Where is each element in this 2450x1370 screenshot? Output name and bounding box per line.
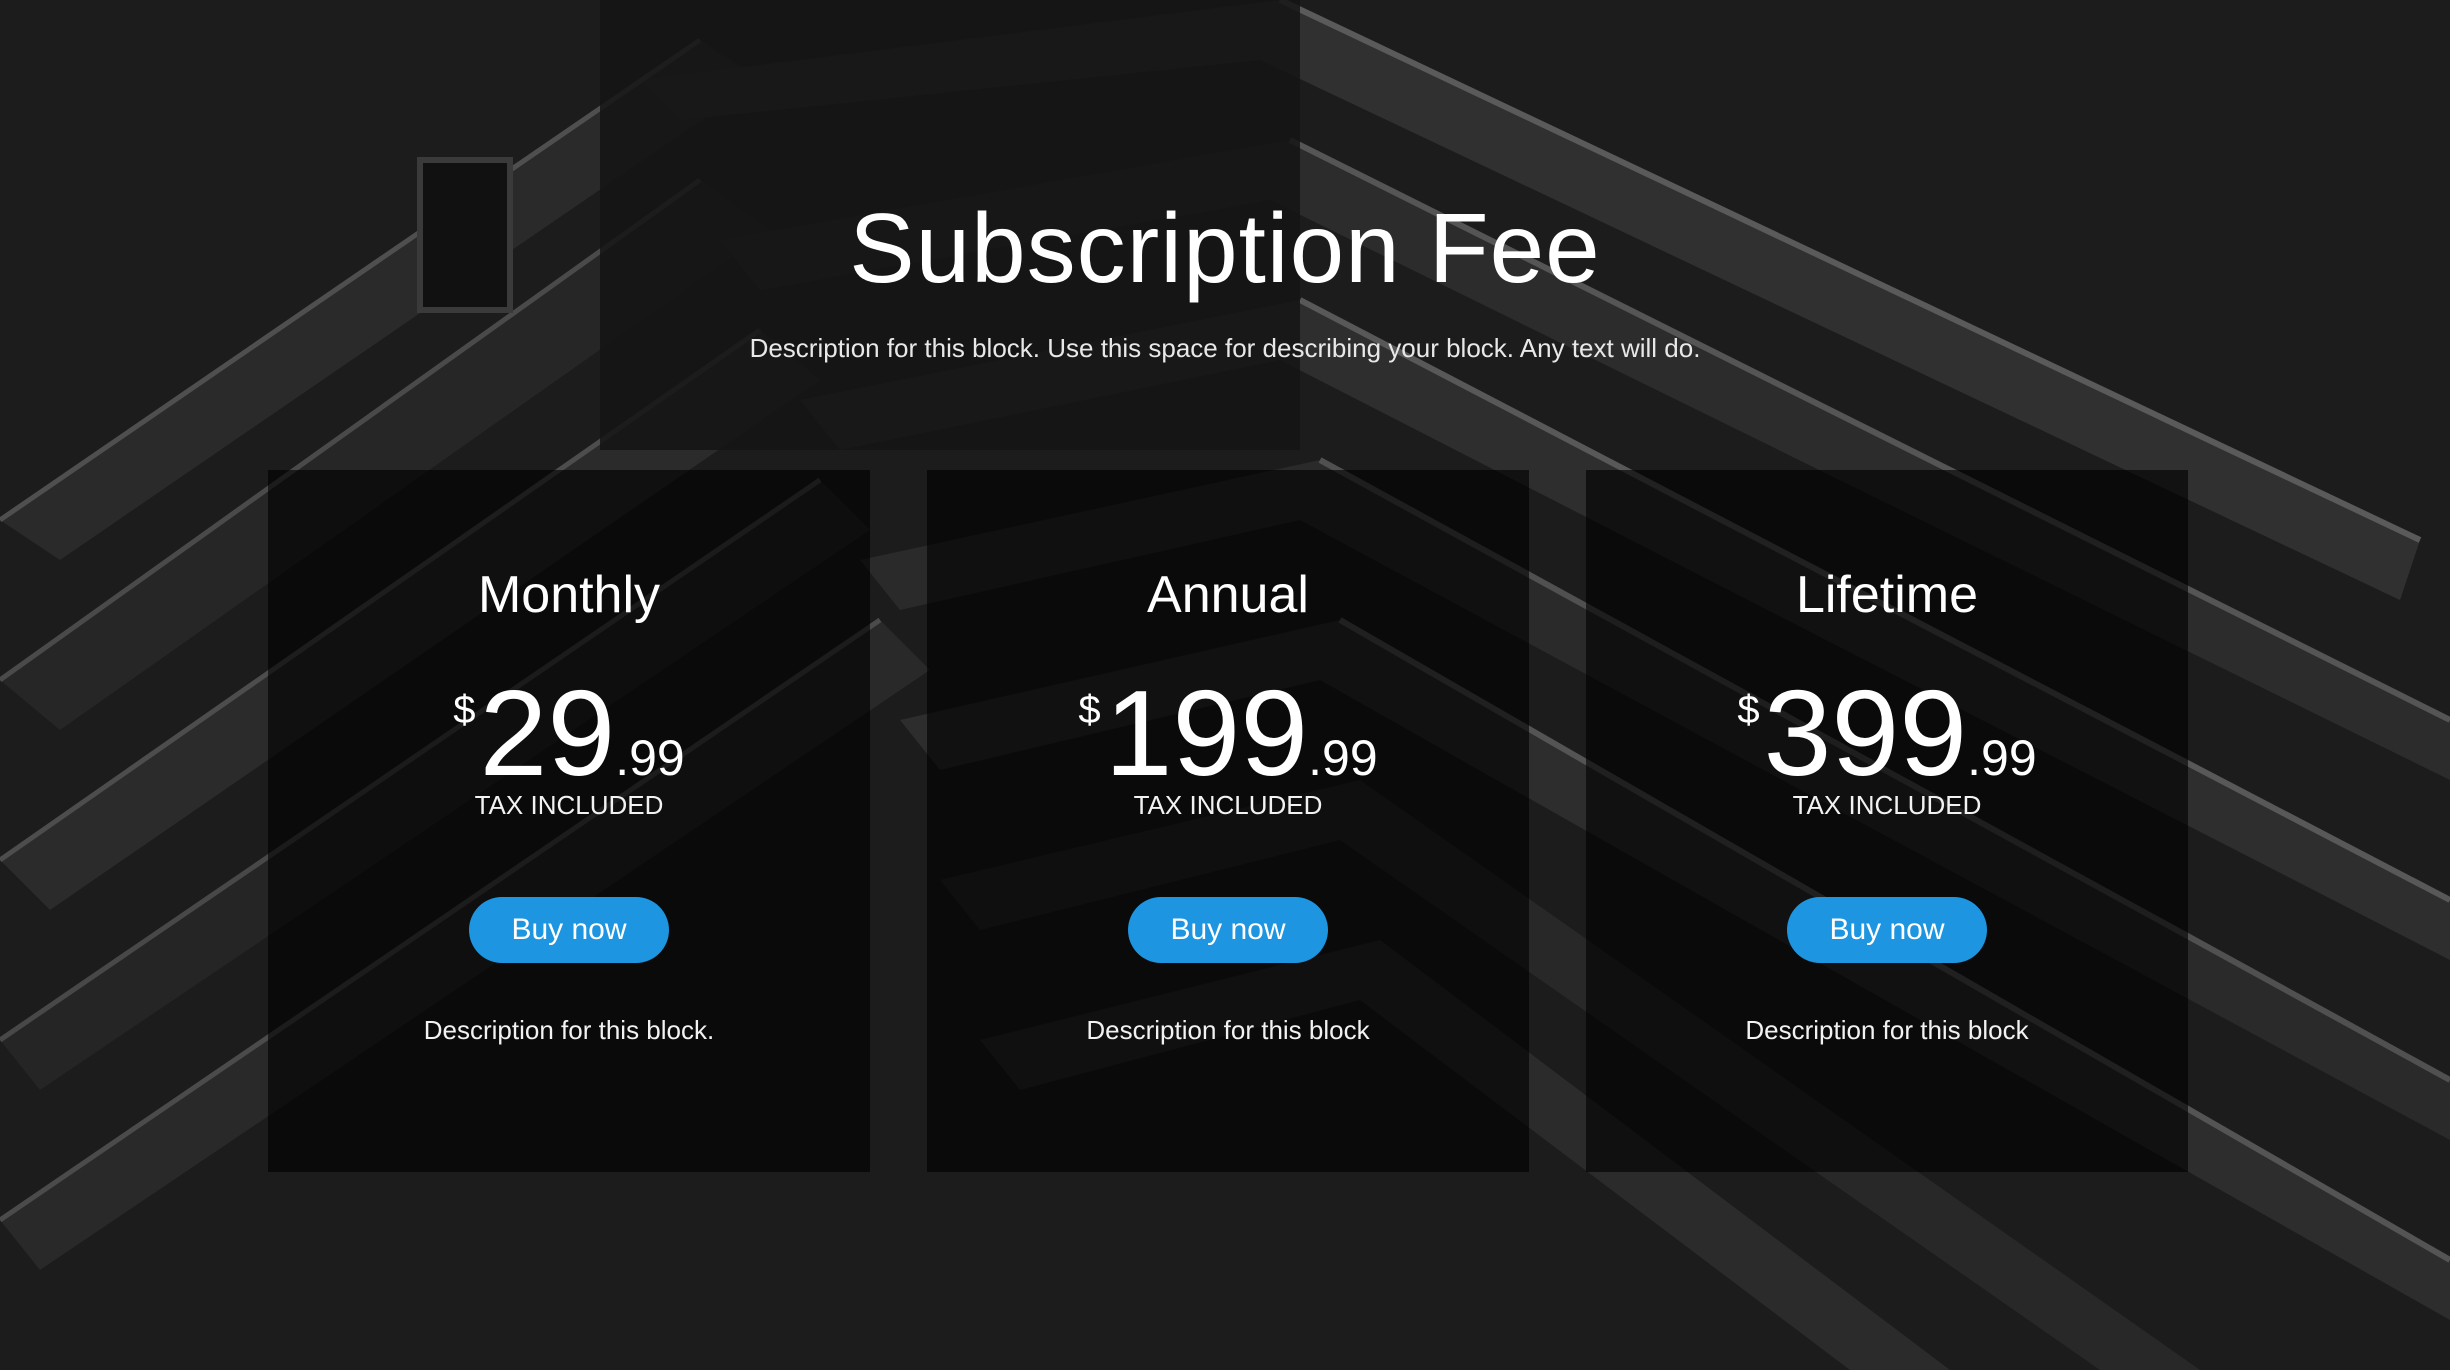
buy-now-button[interactable]: Buy now: [1128, 897, 1328, 963]
tax-note: TAX INCLUDED: [1792, 790, 1982, 820]
page-subtitle: Description for this block. Use this spa…: [749, 333, 1701, 363]
currency-symbol: $: [1078, 688, 1101, 732]
plan-name: Monthly: [477, 566, 661, 624]
pricing-card-annual: Annual $199.99 TAX INCLUDED Buy now Desc…: [927, 470, 1529, 1172]
price-amount: 29: [479, 665, 616, 801]
price-cents: .99: [1308, 730, 1378, 786]
currency-symbol: $: [453, 688, 476, 732]
currency-symbol: $: [1737, 688, 1760, 732]
plan-description: Description for this block.: [423, 1015, 715, 1045]
plan-description: Description for this block: [1745, 1015, 2029, 1045]
buy-now-button[interactable]: Buy now: [1787, 897, 1987, 963]
pricing-card-lifetime: Lifetime $399.99 TAX INCLUDED Buy now De…: [1586, 470, 2188, 1172]
pricing-card-monthly: Monthly $29.99 TAX INCLUDED Buy now Desc…: [268, 470, 870, 1172]
tax-note: TAX INCLUDED: [474, 790, 664, 820]
plan-name: Annual: [1147, 566, 1309, 624]
page-title: Subscription Fee: [849, 193, 1601, 303]
price-amount: 399: [1763, 665, 1968, 801]
price-amount: 199: [1104, 665, 1309, 801]
plan-name: Lifetime: [1795, 566, 1979, 624]
tax-note: TAX INCLUDED: [1133, 790, 1323, 820]
price-cents: .99: [615, 730, 685, 786]
plan-description: Description for this block: [1086, 1015, 1370, 1045]
buy-now-button[interactable]: Buy now: [469, 897, 669, 963]
price-cents: .99: [1967, 730, 2037, 786]
